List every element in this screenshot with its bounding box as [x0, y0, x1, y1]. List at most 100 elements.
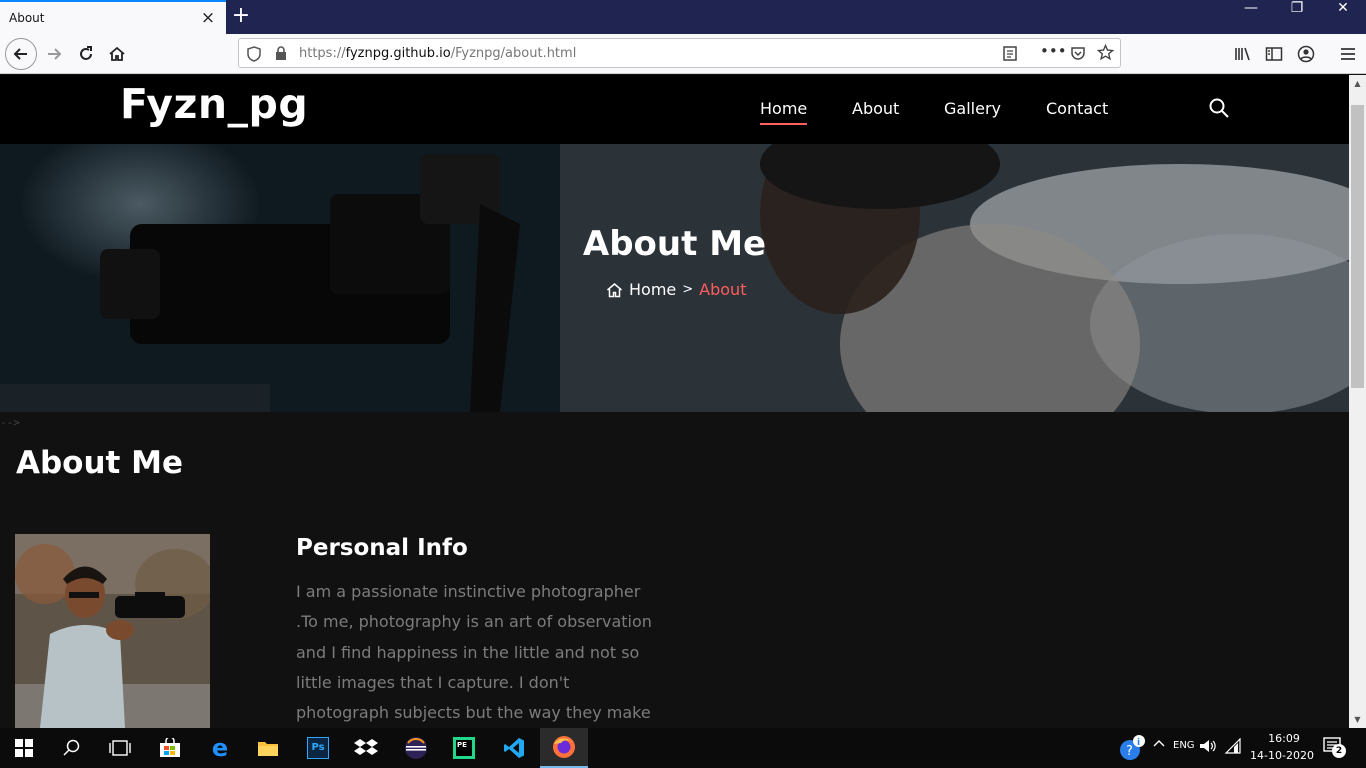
hero-banner: About Me Home > About [0, 144, 1349, 412]
breadcrumb: Home > About [606, 280, 746, 299]
url-path: /Fyznpg/about.html [450, 46, 577, 61]
clock-time[interactable]: 16:09 [1262, 732, 1306, 745]
sidebar-button[interactable] [1259, 39, 1289, 69]
reader-view-icon [1003, 46, 1017, 61]
network-icon[interactable] [1224, 737, 1242, 758]
windows-logo-icon [15, 739, 33, 757]
restore-button[interactable]: ❐ [1274, 0, 1320, 34]
browser-navbar: https://fyznpg.github.io/Fyznpg/about.ht… [0, 34, 1366, 74]
dropbox-app[interactable] [350, 732, 382, 764]
vscode-app[interactable] [498, 732, 530, 764]
search-icon [63, 739, 80, 756]
page-actions-icon[interactable]: ••• [1040, 42, 1067, 60]
breadcrumb-current: About [699, 280, 747, 299]
info-title: Personal Info [296, 535, 468, 561]
nav-contact[interactable]: Contact [1046, 99, 1108, 118]
info-icon: ?i [1120, 735, 1145, 760]
home-button[interactable] [102, 39, 132, 69]
tray-chevron-up-icon[interactable] [1153, 738, 1165, 754]
scroll-thumb[interactable] [1351, 105, 1364, 388]
account-button[interactable] [1291, 39, 1321, 69]
folder-icon [258, 742, 278, 756]
windows-taskbar: e Ps PE ? i ENG 16:09 14-10-2020 2 [0, 728, 1366, 768]
volume-icon[interactable] [1199, 738, 1217, 758]
minimize-button[interactable]: — [1228, 0, 1274, 34]
store-icon [160, 738, 180, 757]
search-icon [1209, 98, 1229, 118]
task-view-button[interactable] [104, 732, 136, 764]
forward-button[interactable] [39, 39, 69, 69]
back-arrow-icon [13, 48, 27, 60]
url-prefix: https:// [299, 46, 346, 61]
site-header: Fyzn_pg Home About Gallery Contact [0, 75, 1349, 144]
comment-artifact: --> [0, 416, 20, 429]
breadcrumb-home[interactable]: Home [629, 280, 676, 299]
hero-background-photo [0, 144, 1349, 412]
url-bar[interactable]: https://fyznpg.github.io/Fyznpg/about.ht… [238, 38, 1121, 68]
dropbox-icon [354, 739, 378, 755]
edge-icon: e [211, 734, 229, 762]
sidebar-icon [1265, 47, 1283, 61]
tab-close-button[interactable]: × [199, 8, 217, 28]
svg-text:i: i [1137, 738, 1140, 748]
home-icon [607, 282, 622, 297]
reload-button[interactable] [71, 39, 101, 69]
notification-count-badge: 2 [1332, 744, 1346, 758]
clock-date[interactable]: 14-10-2020 [1250, 749, 1314, 762]
vscode-icon [504, 738, 524, 758]
file-explorer-app[interactable] [252, 732, 284, 764]
lock-icon [276, 46, 286, 60]
home-icon [109, 46, 125, 61]
nav-about[interactable]: About [852, 99, 899, 118]
start-button[interactable] [8, 732, 40, 764]
firefox-icon [553, 736, 575, 758]
firefox-app[interactable] [540, 728, 588, 768]
reload-icon [80, 46, 92, 60]
edge-app[interactable]: e [204, 732, 236, 764]
back-button[interactable] [5, 38, 37, 70]
nav-gallery[interactable]: Gallery [944, 99, 1001, 118]
bookmark-star-icon [1097, 44, 1114, 61]
pocket-icon [1071, 47, 1085, 60]
new-tab-button[interactable]: + [228, 4, 254, 30]
search-taskbar-button[interactable] [56, 732, 88, 764]
task-view-icon [109, 740, 131, 756]
info-text: I am a passionate instinctive photograph… [296, 582, 652, 723]
url-text[interactable]: https://fyznpg.github.io/Fyznpg/about.ht… [299, 46, 576, 61]
url-host: fyznpg.github.io [345, 46, 451, 61]
library-button[interactable] [1228, 39, 1258, 69]
breadcrumb-separator: > [682, 282, 694, 297]
page-viewport: Fyzn_pg Home About Gallery Contact About… [0, 75, 1349, 728]
close-window-button[interactable]: ✕ [1320, 0, 1366, 34]
browser-tab[interactable]: About × [0, 0, 226, 34]
store-app[interactable] [154, 732, 186, 764]
hero-title: About Me [582, 224, 767, 264]
shield-icon [247, 46, 261, 62]
tray-help-icon[interactable]: ? i [1118, 734, 1146, 766]
eclipse-icon [405, 737, 427, 759]
photoshop-app[interactable]: Ps [302, 732, 334, 764]
tray-input-language[interactable]: ENG [1173, 740, 1195, 751]
eclipse-app[interactable] [400, 732, 432, 764]
page-scrollbar[interactable]: ▲ ▼ [1349, 75, 1366, 728]
photographer-image [15, 534, 210, 728]
scroll-up-icon[interactable]: ▲ [1349, 75, 1366, 92]
forward-arrow-icon [48, 48, 62, 60]
tab-title: About [9, 11, 45, 25]
action-center-button[interactable]: 2 [1322, 736, 1346, 762]
account-icon [1297, 45, 1315, 63]
svg-text:?: ? [1126, 744, 1133, 759]
library-icon [1235, 47, 1250, 61]
pycharm-icon: PE [453, 737, 475, 759]
menu-button[interactable] [1333, 39, 1363, 69]
browser-tabbar: About × + — ❐ ✕ [0, 0, 1366, 34]
hamburger-icon [1341, 48, 1355, 60]
section-title: About Me [16, 445, 184, 481]
search-button[interactable] [1208, 97, 1232, 121]
portrait-photo [15, 534, 210, 728]
photoshop-icon: Ps [307, 737, 329, 759]
pycharm-app[interactable]: PE [448, 732, 480, 764]
site-logo[interactable]: Fyzn_pg [120, 80, 308, 128]
nav-home[interactable]: Home [760, 99, 808, 125]
scroll-down-icon[interactable]: ▼ [1349, 711, 1366, 728]
